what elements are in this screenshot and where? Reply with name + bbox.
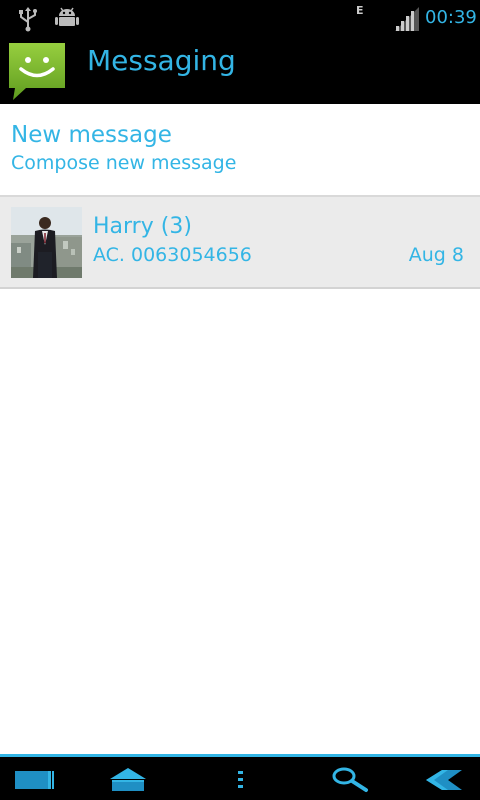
bugdroid-debug-icon [55, 7, 79, 26]
new-message-subtitle: Compose new message [11, 152, 237, 174]
network-type-indicator: E [356, 4, 364, 17]
contact-avatar[interactable] [11, 207, 82, 278]
app-title: Messaging [87, 44, 236, 77]
back-icon[interactable] [422, 765, 466, 795]
navigation-bar [0, 754, 480, 800]
status-clock: 00:39 [425, 7, 477, 28]
message-snippet: AC. 0063054656 [93, 244, 252, 266]
contact-name: Harry (3) [93, 214, 192, 239]
menu-icon[interactable] [218, 765, 262, 795]
new-message-item[interactable]: New message Compose new message [0, 104, 480, 197]
status-bar: E 00:39 [0, 0, 480, 38]
action-bar: Messaging [0, 38, 480, 104]
home-icon[interactable] [106, 765, 150, 795]
message-date: Aug 8 [408, 244, 464, 266]
signal-icon [395, 7, 419, 31]
search-icon[interactable] [328, 765, 372, 795]
usb-icon [19, 7, 37, 32]
messaging-smiley-icon[interactable] [6, 40, 68, 102]
conversation-row[interactable]: Harry (3) AC. 0063054656 Aug 8 [0, 197, 480, 289]
recent-apps-icon[interactable] [12, 765, 56, 795]
new-message-title: New message [11, 122, 172, 148]
